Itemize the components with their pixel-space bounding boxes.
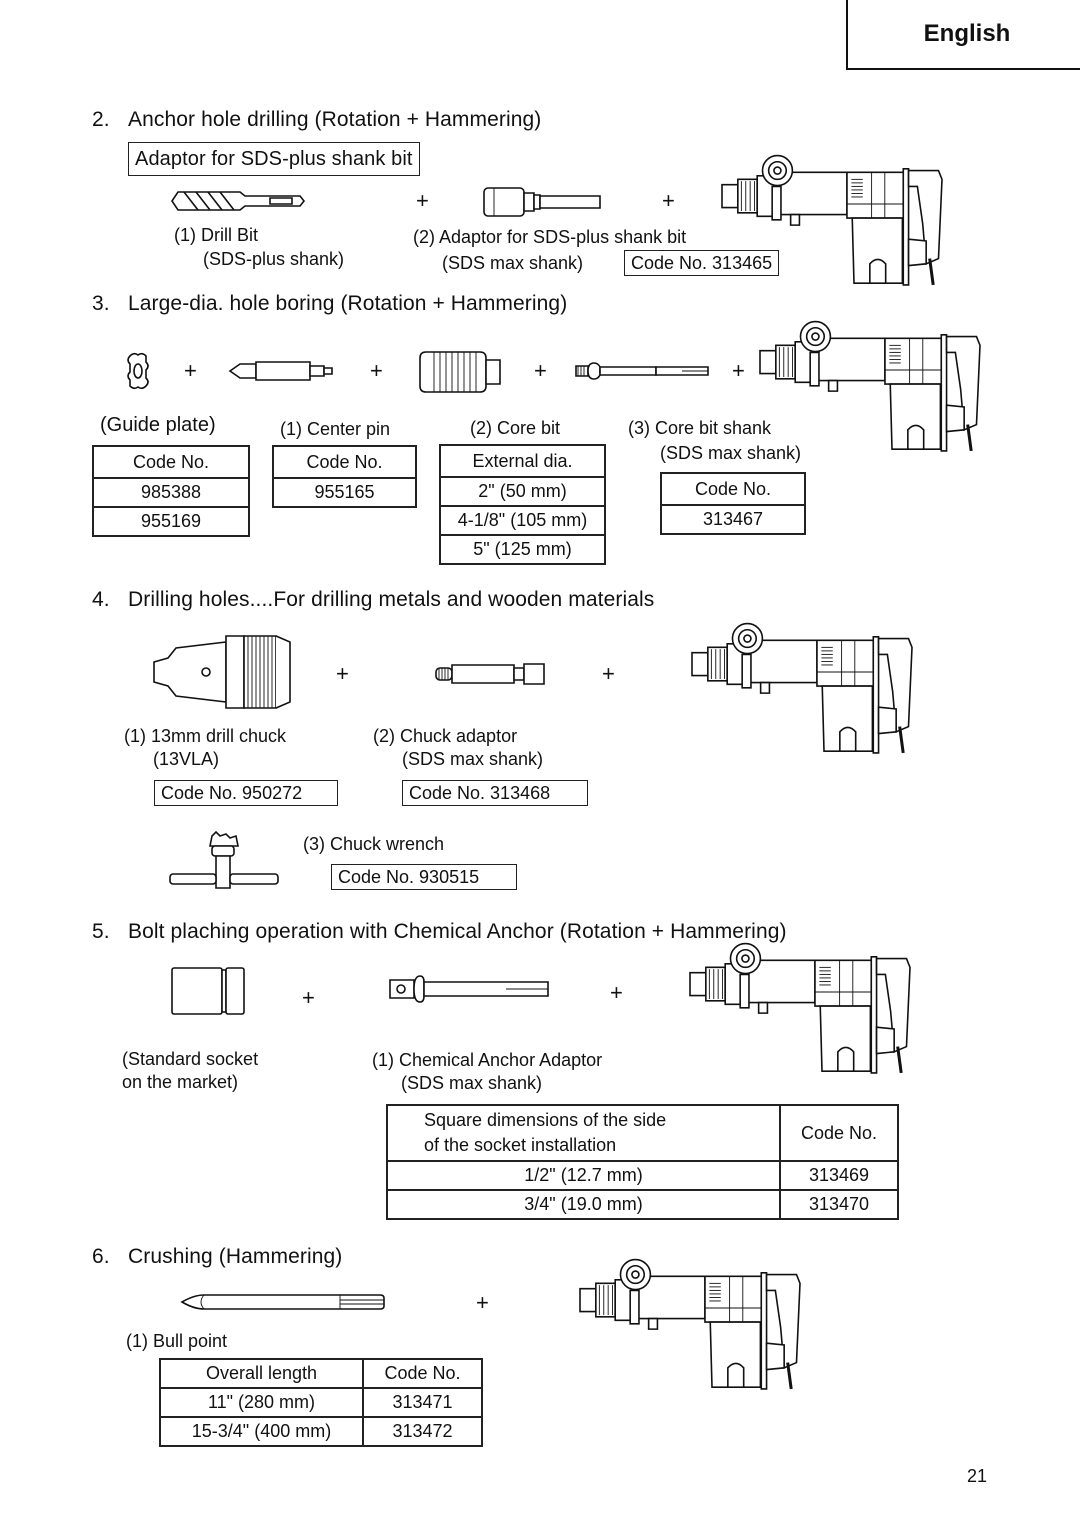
table-header: Code No. [272,445,417,479]
table-header: Overall length [159,1358,364,1389]
chemical-anchor-adaptor-label: (1) Chemical Anchor Adaptor [372,1050,603,1070]
chuck-wrench-label: (3) Chuck wrench [303,834,445,854]
drill-bit-sublabel: (SDS-plus shank) [203,249,345,269]
adaptor-label: (2) Adaptor for SDS-plus shank bit [413,227,687,247]
plus-sign: + [476,1290,489,1315]
guide-plate-table: Code No. 985388 955169 [92,445,250,537]
table-cell: 313469 [779,1160,899,1191]
hammer-drill-icon [720,154,944,287]
chuck-adaptor-icon [436,662,548,686]
drill-bit-icon [170,188,310,214]
plus-sign: + [662,188,675,213]
section-6-heading: 6. Crushing (Hammering) [92,1245,343,1268]
section-5-heading: 5. Bolt plaching operation with Chemical … [92,920,787,943]
table-cell: 15-3/4" (400 mm) [159,1416,364,1447]
core-bit-shank-label: (3) Core bit shank [628,418,772,438]
core-bit-shank-icon [576,360,716,382]
drill-bit-label: (1) Drill Bit [174,225,258,245]
code-313465: Code No. 313465 [624,250,780,276]
plus-sign: + [602,661,615,686]
table-cell: 313471 [362,1387,483,1418]
section-2-heading: 2. Anchor hole drilling (Rotation + Hamme… [92,108,542,131]
core-bit-icon [420,348,510,396]
table-cell: 955169 [92,506,250,537]
table-cell: 5" (125 mm) [439,534,606,565]
table-cell: 955165 [272,477,417,508]
table-cell: 4-1/8" (105 mm) [439,505,606,536]
center-pin-icon [230,360,334,382]
core-bit-shank-table: Code No. 313467 [660,472,806,535]
plus-sign: + [302,985,315,1010]
table-header: Code No. [92,445,250,479]
table-cell: 313470 [779,1189,899,1220]
table-cell: 1/2" (12.7 mm) [386,1160,781,1191]
section-3-heading: 3. Large-dia. hole boring (Rotation + Ham… [92,292,568,315]
table-cell: 3/4" (19.0 mm) [386,1189,781,1220]
drill-chuck-icon [154,634,294,710]
sds-plus-adaptor-box: Adaptor for SDS-plus shank bit [128,142,420,176]
standard-socket-label-2: on the market) [122,1072,239,1092]
guide-plate-icon [124,352,154,390]
chemical-anchor-adaptor-sublabel: (SDS max shank) [401,1073,543,1093]
bull-point-label: (1) Bull point [126,1331,228,1351]
page-number: 21 [967,1466,988,1486]
code-950272: Code No. 950272 [154,780,338,806]
table-cell: 985388 [92,477,250,508]
adaptor-sublabel: (SDS max shank) [442,253,584,273]
drill-chuck-sublabel: (13VLA) [153,749,220,769]
center-pin-label: (1) Center pin [280,419,391,439]
standard-socket-icon [170,966,246,1016]
table-header: Square dimensions of the side of the soc… [386,1104,781,1162]
plus-sign: + [534,358,547,383]
chuck-adaptor-sublabel: (SDS max shank) [402,749,544,769]
plus-sign: + [416,188,429,213]
chuck-wrench-icon [168,830,282,890]
table-header: Code No. [779,1104,899,1162]
guide-plate-label: (Guide plate) [100,414,216,436]
bull-point-icon [180,1292,388,1312]
hammer-drill-icon [688,942,912,1075]
language-tab: English [846,0,1080,70]
plus-sign: + [336,661,349,686]
standard-socket-label: (Standard socket [122,1049,259,1069]
sds-plus-adaptor-icon [484,184,604,220]
hammer-drill-icon [578,1258,802,1391]
hammer-drill-icon [690,622,914,755]
center-pin-table: Code No. 955165 [272,445,417,508]
language-label: English [923,20,1011,47]
plus-sign: + [732,358,745,383]
table-header: Code No. [362,1358,483,1389]
code-313468: Code No. 313468 [402,780,588,806]
core-bit-shank-sublabel: (SDS max shank) [660,443,802,463]
plus-sign: + [184,358,197,383]
core-bit-table: External dia. 2" (50 mm) 4-1/8" (105 mm)… [439,444,606,565]
core-bit-label: (2) Core bit [470,418,561,438]
table-header: External dia. [439,444,606,478]
section-4-heading: 4. Drilling holes....For drilling metals … [92,588,655,611]
table-cell: 11" (280 mm) [159,1387,364,1418]
bull-point-table: Overall length Code No. 11" (280 mm) 313… [159,1358,483,1447]
chemical-anchor-adaptor-icon [388,974,554,1004]
code-930515: Code No. 930515 [331,864,517,890]
table-cell: 2" (50 mm) [439,476,606,507]
chuck-adaptor-label: (2) Chuck adaptor [373,726,518,746]
table-header: Code No. [660,472,806,506]
plus-sign: + [370,358,383,383]
table-cell: 313467 [660,504,806,535]
chemical-anchor-table: Square dimensions of the side of the soc… [386,1104,899,1220]
table-cell: 313472 [362,1416,483,1447]
plus-sign: + [610,980,623,1005]
drill-chuck-label: (1) 13mm drill chuck [124,726,287,746]
